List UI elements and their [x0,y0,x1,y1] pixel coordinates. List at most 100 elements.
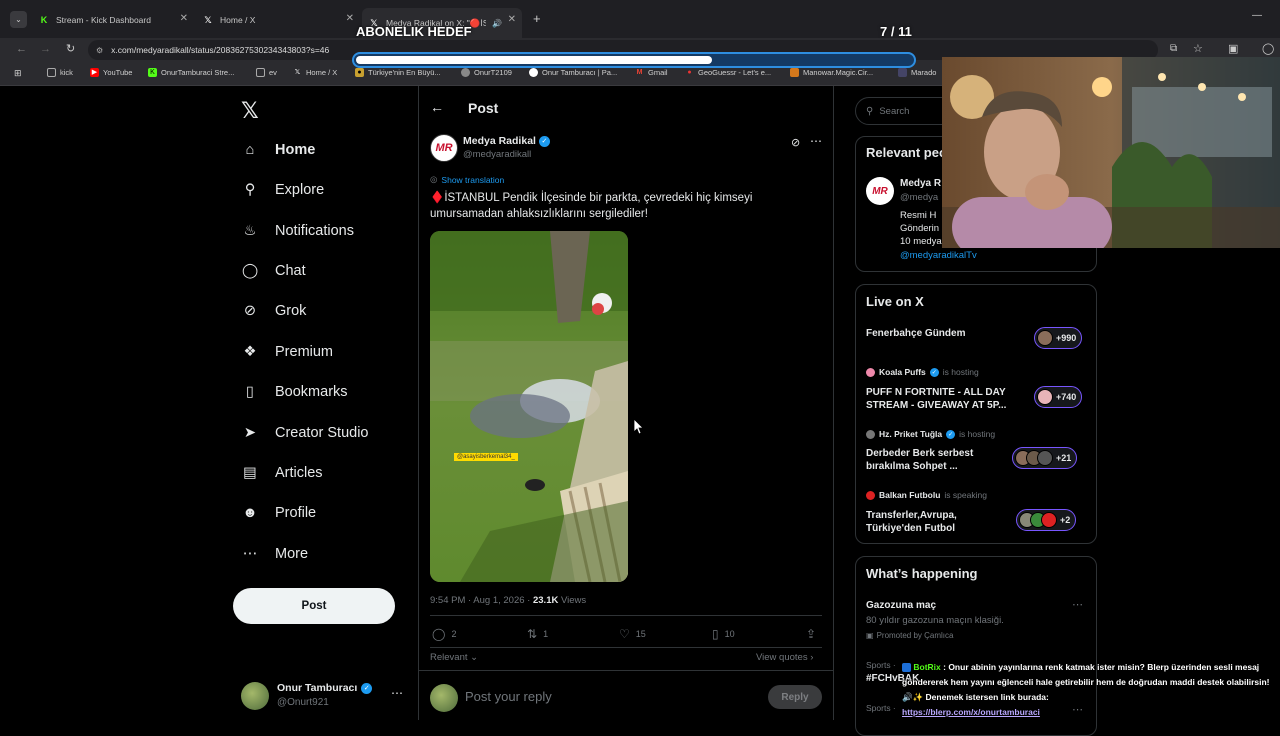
nav-item-profile[interactable]: ☻ Profile [240,498,316,528]
bookmark-patreon[interactable]: Onur Tamburacı | Pa... [529,68,617,77]
relevant-person-link[interactable]: @medyaradikalTv [900,250,977,261]
reload-icon[interactable]: ↻ [66,42,75,55]
view-quotes-link[interactable]: View quotes › [756,652,813,663]
grok-icon: ⊘ [243,303,257,319]
install-app-icon[interactable]: ⧉ [1170,43,1177,54]
avatar [430,684,458,712]
bookmark-marado[interactable]: Marado [898,68,936,77]
close-tab-icon[interactable]: ✕ [508,14,516,25]
kick-icon: K [148,68,157,77]
nav-item-explore[interactable]: ⚲ Explore [240,175,324,205]
reply-button[interactable]: Reply [768,685,822,709]
live-listener-pill[interactable]: +2 [1016,509,1077,531]
bookmark-icon: ▯ [246,384,254,400]
chevron-right-icon: › [810,652,814,663]
trend-title[interactable]: Gazozuna maç [866,600,936,611]
author-name[interactable]: Medya Radikal ✓ [463,135,550,147]
nav-label: More [275,546,309,562]
live-on-x-card [855,284,1097,544]
profile-icon[interactable]: ◯ [1262,42,1274,55]
goal-label: ABONELIK HEDEF [356,24,472,39]
nav-item-articles[interactable]: ▤ Articles [240,458,322,488]
bookmark-onurt[interactable]: OnurT2109 [461,68,512,77]
patreon-icon [529,68,538,77]
reply-action[interactable]: ◯ 2 [432,627,456,641]
x-logo-icon[interactable]: 𝕏 [241,98,259,124]
tab-list-button[interactable]: ⌄ [10,11,27,28]
apps-icon[interactable]: ⊞ [14,68,22,79]
share-icon[interactable]: ⇪ [806,627,816,641]
live-space-title[interactable]: Fenerbahçe Gündem [866,327,1026,340]
nav-item-bookmarks[interactable]: ▯ Bookmarks [240,377,348,407]
relevant-sort-dropdown[interactable]: Relevant ⌄ [430,652,478,663]
verified-icon: ✓ [946,429,956,439]
more-dots-icon[interactable]: ⋯ [391,686,403,700]
author-handle[interactable]: @medyaradikall [463,149,531,160]
avatar [1037,330,1053,346]
nav-item-creator-studio[interactable]: ➤ Creator Studio [240,418,369,448]
minimize-icon[interactable]: — [1252,10,1262,21]
nav-item-notifications[interactable]: ♨ Notifications [240,216,354,246]
account-switcher[interactable]: Onur Tamburacı ✓ @Onurt921 ⋯ [241,682,407,710]
bookmark-geoguessr[interactable]: ● GeoGuessr - Let's e... [685,68,771,77]
close-tab-icon[interactable]: ✕ [346,13,354,24]
live-listener-pill[interactable]: +21 [1012,447,1078,469]
browser-tab-kick[interactable]: K Stream - Kick Dashboard ✕ [38,8,188,32]
nav-label: Premium [275,344,334,360]
like-action[interactable]: ♡ 15 [619,627,646,641]
more-dots-icon[interactable]: ⋯ [810,134,822,148]
avatar [1037,450,1053,466]
translate-icon: ◎ [430,174,438,184]
nav-item-chat[interactable]: ◯ Chat [240,256,306,286]
premium-icon: ❖ [243,344,257,360]
post-button[interactable]: Post [233,588,395,624]
mouse-cursor [634,419,644,435]
star-icon[interactable]: ☆ [1193,42,1203,55]
relevant-person-avatar[interactable]: MR [866,177,894,205]
bookmark-manowar[interactable]: Manowar.Magic.Cir... [790,68,873,77]
bookmark-ev[interactable]: ev [256,68,277,77]
forward-icon[interactable]: → [40,43,51,55]
reply-input[interactable]: Post your reply [465,689,552,704]
live-space-title[interactable]: Transferler,Avrupa, Türkiye'den Futbol [866,509,996,535]
back-arrow-icon[interactable]: ← [430,99,444,115]
nav-item-home[interactable]: ⌂ Home [240,135,316,165]
bell-icon: ♨ [243,223,257,239]
close-tab-icon[interactable]: ✕ [180,13,188,24]
live-listener-pill[interactable]: +990 [1034,327,1083,349]
browser-tab-home-x[interactable]: 𝕏 Home / X ✕ [202,8,354,32]
live-space-title[interactable]: Derbeder Berk serbest bırakılma Sohpet .… [866,447,996,473]
more-circle-icon: ⋯ [242,546,258,562]
bookmark-youtube[interactable]: ▶ YouTube [90,68,132,77]
relevant-person-name[interactable]: Medya R [900,178,941,189]
avatar [1037,389,1053,405]
relevant-person-bio: Resmi H Gönderin 10 medya [900,210,942,247]
rocket-icon: ➤ [243,425,257,441]
author-avatar[interactable]: MR [430,134,458,162]
bookmark-kick-stream[interactable]: K OnurTamburaci Stre... [148,68,234,77]
post-metadata: 9:54 PM · Aug 1, 2026 · 23.1K Views [430,595,587,606]
chat-link[interactable]: https://blerp.com/x/onurtamburaci [902,705,1280,720]
extensions-icon[interactable]: ▣ [1228,42,1238,55]
nav-item-grok[interactable]: ⊘ Grok [240,296,307,326]
bookmark-home-x[interactable]: 𝕏 Home / X [293,68,338,77]
search-icon: ⚲ [244,182,256,198]
live-listener-pill[interactable]: +740 [1034,386,1083,408]
nav-item-more[interactable]: ⋯ More [240,539,308,569]
bookmark-gmail[interactable]: M Gmail [635,68,668,77]
post-video[interactable]: @asayisberkemal34_ [430,231,628,582]
chat-text: : Onur abinin yayınlarına renk katmak is… [902,662,1270,702]
bookmark-action[interactable]: ▯ 10 [712,627,735,641]
new-tab-button[interactable]: + [533,11,541,26]
grok-icon[interactable]: ⊘ [791,136,800,149]
site-settings-icon[interactable]: ⚙ [96,46,103,55]
live-space-title[interactable]: PUFF N FORTNITE - ALL DAY STREAM - GIVEA… [866,386,1021,412]
more-dots-icon[interactable]: ⋯ [1072,598,1083,611]
repost-action[interactable]: ⇅ 1 [527,627,548,641]
back-icon[interactable]: ← [16,43,27,55]
bookmark-turkiye[interactable]: ● Türkiye'nin En Büyü... [355,68,441,77]
site-icon: ● [355,68,364,77]
show-translation-link[interactable]: ◎ Show translation [430,174,504,185]
nav-item-premium[interactable]: ❖ Premium [240,337,334,367]
bookmark-kick[interactable]: kick [47,68,73,77]
